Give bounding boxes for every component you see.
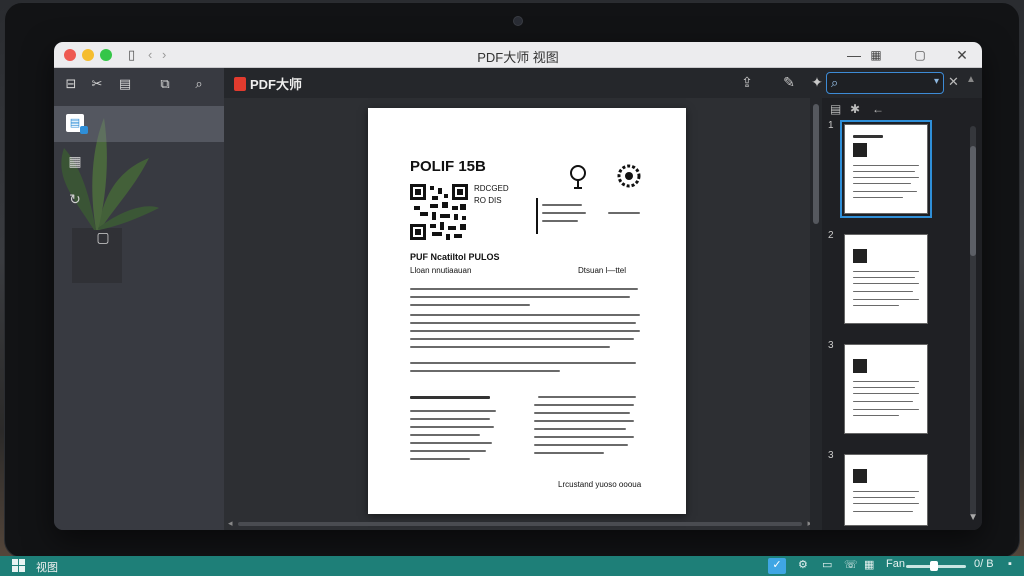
thumb-number: 2 — [828, 230, 834, 241]
tools-icon[interactable]: ✂ — [88, 76, 106, 92]
search-icon[interactable]: ⌕ — [190, 76, 208, 92]
divider-line — [536, 198, 538, 234]
page-thumbnail[interactable] — [844, 454, 928, 526]
sidebar-item-sync[interactable]: ↻ — [54, 182, 224, 218]
arrow-left-icon[interactable]: ← — [872, 102, 884, 116]
settings-icon[interactable]: ⚙ — [798, 558, 808, 571]
sync-icon: ↻ — [69, 191, 81, 207]
text-line — [542, 212, 586, 214]
title-bar: ▯ ‹ › PDF大师 视图 — ▦ ▢ ✕ — [54, 42, 982, 68]
scroll-up-icon[interactable]: ▲ — [962, 74, 980, 85]
doc-author: Lloan nnutiaauan — [410, 266, 472, 275]
text-line — [542, 220, 578, 222]
close-button[interactable]: ✕ — [952, 46, 972, 64]
doc-date: Dtsuan l—ttel — [578, 266, 627, 275]
phone-icon[interactable]: ☏ — [844, 558, 858, 571]
zoom-slider[interactable] — [906, 561, 966, 571]
text-line — [608, 212, 640, 214]
sidebar-item-file[interactable]: ▢ — [54, 220, 224, 256]
app-logo-text: PDF大师 — [250, 77, 303, 92]
sidebar-item-pages[interactable]: ▤ — [54, 106, 224, 142]
document-icon[interactable]: ▤ — [116, 76, 134, 92]
qr-code — [410, 184, 468, 240]
notification-icon[interactable]: ▪ — [1008, 558, 1012, 570]
pdf-page[interactable]: POLIF 15B RDCGED RO DIS PUF NcatiItol PU… — [368, 108, 686, 514]
app-logo: PDF大师 — [234, 74, 302, 93]
share-icon[interactable]: ⇪ — [738, 74, 756, 91]
thumbnail-panel: ▤ ✱ ← 1 2 3 3 ▼ — [822, 98, 982, 530]
webcam — [514, 17, 522, 25]
doc-subtitle: PUF NcatiItol PULOS — [410, 252, 500, 262]
annotate-icon[interactable]: ✎ — [780, 74, 798, 91]
seal-icon — [617, 164, 641, 188]
app-window: ▯ ‹ › PDF大师 视图 — ▦ ▢ ✕ ⊟ ✂ ▤ ⧉ ⌕ ▤ ▦ ↻ ▢… — [54, 42, 982, 530]
page-thumbnail[interactable] — [844, 344, 928, 434]
zoom-slider-knob[interactable] — [930, 561, 938, 571]
display-icon[interactable]: ▭ — [822, 558, 832, 571]
windows-start-icon[interactable] — [12, 559, 26, 573]
page-thumbnail[interactable] — [840, 120, 932, 218]
sidebar-item-layout[interactable]: ▦ — [54, 144, 224, 180]
stamp-icon — [570, 165, 586, 189]
export-icon[interactable]: ⧉ — [156, 76, 174, 92]
grid-icon[interactable]: ▦ — [864, 558, 874, 571]
left-sidebar: ⊟ ✂ ▤ ⧉ ⌕ ▤ ▦ ↻ ▢ — [54, 68, 224, 530]
search-icon: ⌕ — [831, 75, 839, 90]
scroll-left-icon[interactable]: ◂ — [228, 518, 233, 529]
close-icon[interactable]: ✕ — [948, 74, 959, 90]
search-input[interactable]: ⌕ ▾ — [826, 72, 944, 94]
pin-icon[interactable]: ✦ — [808, 74, 826, 91]
doc-signature: Lrcustand yuoso oooua — [558, 480, 642, 489]
thumb-number: 1 — [828, 120, 834, 131]
document-viewer: POLIF 15B RDCGED RO DIS PUF NcatiItol PU… — [224, 98, 822, 530]
taskbar-app-label[interactable]: 视图 — [36, 559, 58, 575]
doc-code-label-1: RDCGED — [474, 184, 509, 193]
taskbar: 视图 ✓ ⚙ ▭ ☏ ▦ Fan 0/ B ▪ — [0, 556, 1024, 576]
thumbnail-scroll-thumb[interactable] — [970, 146, 976, 256]
bookmark-icon[interactable]: ✱ — [850, 102, 860, 116]
app-logo-mark — [234, 77, 246, 91]
thumb-number: 3 — [828, 450, 834, 461]
page-icon[interactable]: ▤ — [830, 102, 841, 116]
page-thumbnail[interactable] — [844, 234, 928, 324]
window-title: PDF大师 视图 — [477, 50, 559, 65]
thumbnail-scrollbar[interactable] — [970, 126, 976, 516]
folder-icon[interactable]: ⊟ — [62, 76, 80, 92]
active-badge — [80, 126, 88, 134]
restore-button[interactable]: ▢ — [910, 46, 930, 64]
file-icon: ▢ — [96, 229, 110, 245]
thumb-number: 3 — [828, 340, 834, 351]
zoom-label: Fan — [886, 558, 905, 570]
doc-title: POLIF 15B — [410, 158, 486, 175]
tray-status: 0/ B — [974, 558, 994, 570]
doc-code-label-2: RO DIS — [474, 196, 502, 205]
minimize-button[interactable]: — — [844, 46, 864, 64]
app-toolbar: PDF大师 ⇪ ✎ ✦ ▣ ⌕ ▾ ✕ ▲ — [224, 68, 982, 98]
grid-view-icon[interactable]: ▦ — [866, 46, 886, 64]
layout-icon: ▦ — [68, 153, 82, 169]
active-app-icon[interactable]: ✓ — [768, 558, 786, 574]
chevron-down-icon[interactable]: ▾ — [934, 76, 939, 87]
vertical-scroll-thumb[interactable] — [813, 104, 819, 224]
horizontal-scroll-track[interactable] — [238, 522, 802, 526]
text-line — [542, 204, 582, 206]
scroll-down-icon[interactable]: ▼ — [968, 512, 978, 523]
horizontal-scrollbar[interactable]: ◂ ▸ — [228, 518, 812, 529]
vertical-scrollbar[interactable] — [810, 98, 822, 530]
